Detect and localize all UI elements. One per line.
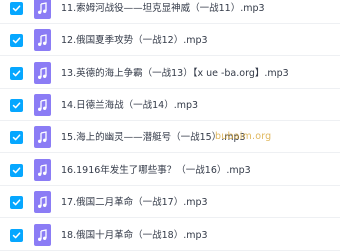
file-name[interactable]: 12.俄国夏季攻势（一战12）.mp3: [61, 25, 208, 56]
check-icon: [12, 232, 21, 239]
checkbox-checked[interactable]: [10, 2, 23, 15]
checkbox-checked[interactable]: [10, 196, 23, 209]
checkbox-checked[interactable]: [10, 67, 23, 80]
music-file-icon: [34, 159, 51, 181]
checkbox-checked[interactable]: [10, 164, 23, 177]
checkbox-checked[interactable]: [10, 34, 23, 47]
file-row[interactable]: 13.英德的海上争霸（一战13）【x ue -ba.org】.mp3: [0, 58, 340, 89]
check-icon: [12, 199, 21, 206]
check-icon: [12, 37, 21, 44]
checkbox-checked[interactable]: [10, 131, 23, 144]
music-file-icon: [34, 126, 51, 148]
music-file-icon: [34, 29, 51, 51]
checkbox-checked[interactable]: [10, 229, 23, 242]
music-file-icon: [34, 224, 51, 246]
file-list: 11.索姆河战役——坦克显神威（一战11）.mp3 12.俄国夏季攻势（一战12…: [0, 0, 340, 252]
file-name[interactable]: 13.英德的海上争霸（一战13）【x ue -ba.org】.mp3: [61, 58, 289, 89]
check-icon: [12, 70, 21, 77]
file-row[interactable]: 15.海上的幽灵——潜艇号（一战15）.mp3: [0, 122, 340, 153]
music-file-icon: [34, 62, 51, 84]
file-name[interactable]: 11.索姆河战役——坦克显神威（一战11）.mp3: [61, 0, 265, 24]
file-row[interactable]: 14.日德兰海战（一战14）.mp3: [0, 90, 340, 121]
file-name[interactable]: 18.俄国十月革命（一战18）.mp3: [61, 220, 208, 251]
checkbox-checked[interactable]: [10, 99, 23, 112]
check-icon: [12, 5, 21, 12]
check-icon: [12, 102, 21, 109]
music-file-icon: [34, 191, 51, 213]
music-file-icon: [34, 0, 51, 19]
file-name[interactable]: 17.俄国二月革命（一战17）.mp3: [61, 187, 208, 218]
file-row[interactable]: 16.1916年发生了哪些事？（一战16）.mp3: [0, 155, 340, 186]
file-name[interactable]: 16.1916年发生了哪些事？（一战16）.mp3: [61, 155, 251, 186]
file-name[interactable]: 15.海上的幽灵——潜艇号（一战15）.mp3: [61, 122, 246, 153]
file-row[interactable]: 18.俄国十月革命（一战18）.mp3: [0, 220, 340, 251]
file-row[interactable]: 12.俄国夏季攻势（一战12）.mp3: [0, 25, 340, 56]
file-name[interactable]: 14.日德兰海战（一战14）.mp3: [61, 90, 198, 121]
file-row[interactable]: 17.俄国二月革命（一战17）.mp3: [0, 187, 340, 218]
check-icon: [12, 167, 21, 174]
file-row[interactable]: 11.索姆河战役——坦克显神威（一战11）.mp3: [0, 0, 340, 24]
check-icon: [12, 134, 21, 141]
music-file-icon: [34, 94, 51, 116]
